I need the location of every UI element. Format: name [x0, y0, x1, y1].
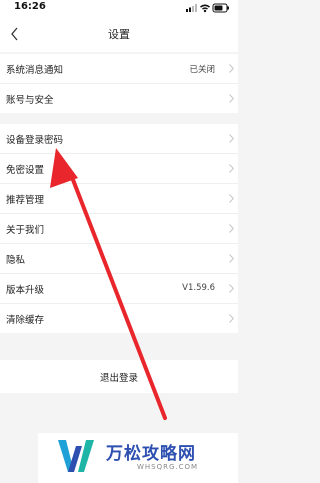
settings-row-about-us[interactable]: 关于我们 [0, 214, 238, 244]
page-title: 设置 [108, 28, 130, 41]
chevron-right-icon [229, 164, 234, 173]
row-label: 账号与安全 [6, 95, 54, 106]
settings-row-privacy[interactable]: 隐私 [0, 244, 238, 274]
status-bar: 16:26 [0, 0, 238, 16]
settings-group-account: 系统消息通知 已关闭 账号与安全 [0, 54, 238, 113]
nav-bar: 设置 [0, 16, 238, 52]
row-label: 设备登录密码 [6, 135, 64, 146]
status-time: 16:26 [14, 1, 46, 12]
row-label: 系统消息通知 [6, 65, 64, 76]
settings-row-device-login-password[interactable]: 设备登录密码 [0, 124, 238, 154]
wifi-icon [200, 4, 210, 13]
chevron-right-icon [229, 64, 234, 73]
row-value: 已关闭 [189, 64, 215, 75]
settings-row-clear-cache[interactable]: 清除缓存 [0, 304, 238, 333]
chevron-right-icon [229, 224, 234, 233]
row-label: 推荐管理 [6, 195, 45, 206]
battery-icon [212, 3, 229, 13]
watermark-subtitle: WHSQRG.COM [137, 463, 199, 471]
settings-row-system-notification[interactable]: 系统消息通知 已关闭 [0, 54, 238, 84]
settings-group-general: 设备登录密码 免密设置 推荐管理 关于我们 隐私 版本升级 V1.59.6 清除… [0, 124, 238, 333]
watermark-logo-icon [58, 440, 94, 472]
chevron-right-icon [229, 314, 234, 323]
version-value: V1.59.6 [182, 282, 215, 293]
settings-row-version-upgrade[interactable]: 版本升级 V1.59.6 [0, 274, 238, 304]
row-label: 版本升级 [6, 285, 45, 296]
logout-label: 退出登录 [99, 373, 138, 384]
chevron-right-icon [229, 94, 234, 103]
row-label: 清除缓存 [6, 315, 45, 326]
row-label: 关于我们 [6, 225, 45, 236]
settings-row-account-security[interactable]: 账号与安全 [0, 84, 238, 113]
signal-icon [186, 4, 197, 12]
row-label: 免密设置 [6, 165, 45, 176]
watermark-title: 万松攻略网 [106, 444, 196, 464]
logout-button[interactable]: 退出登录 [0, 360, 238, 393]
settings-row-password-free[interactable]: 免密设置 [0, 154, 238, 184]
chevron-right-icon [229, 254, 234, 263]
chevron-right-icon [229, 284, 234, 293]
watermark: 万松攻略网 WHSQRG.COM [38, 433, 238, 483]
settings-row-recommendation[interactable]: 推荐管理 [0, 184, 238, 214]
chevron-right-icon [229, 134, 234, 143]
row-label: 隐私 [6, 255, 26, 266]
status-icons [186, 3, 229, 13]
chevron-right-icon [229, 194, 234, 203]
